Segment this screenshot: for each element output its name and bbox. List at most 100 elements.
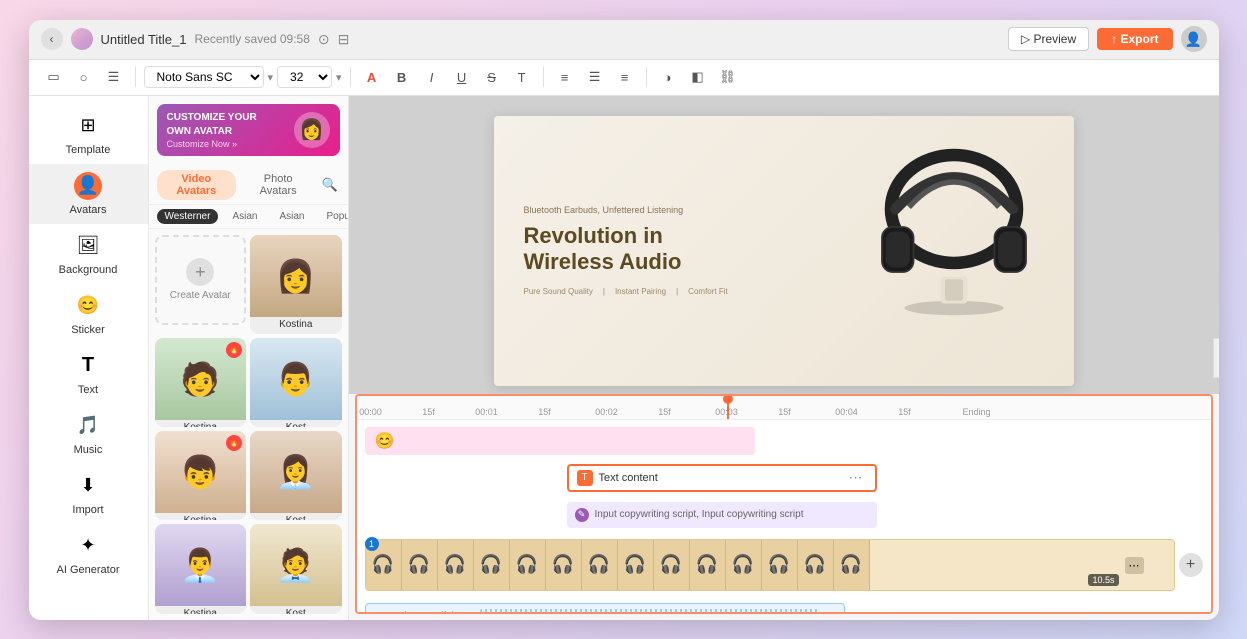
track-row-script: ✎ Input copywriting script, Input copywr… [357,498,1211,532]
video-track[interactable]: 🎧 🎧 🎧 🎧 🎧 🎧 🎧 🎧 🎧 🎧 🎧 [365,539,1175,591]
text-content-more-button[interactable]: ⋯ [845,467,867,489]
canvas-slide[interactable]: Bluetooth Earbuds, Unfettered Listening … [494,116,1074,386]
color-text-button[interactable]: A [359,64,385,90]
avatar-promo-banner[interactable]: CUSTOMIZE YOUR OWN AVATAR Customize Now … [157,104,340,156]
track-row-text-content: T Text content ⋯ [357,461,1211,495]
ruler-mark-3: 15f [538,407,551,417]
filter-popular[interactable]: Popular [318,209,348,224]
avatar-name-extra1: Kostina [155,606,247,613]
ruler-mark-9: 15f [898,407,911,417]
promo-title-line2: OWN AVATAR [167,125,257,139]
video-frame-6: 🎧 [546,540,582,590]
avatar-card-kostina3[interactable]: 👨 Kost [250,338,342,427]
promo-title-line1: CUSTOMIZE YOUR [167,111,257,125]
video-duration-badge: 10.5s [1088,574,1118,586]
video-frame-8: 🎧 [618,540,654,590]
avatar-card-kostina1[interactable]: 👩 Kostina [250,235,342,334]
underline-button[interactable]: U [449,64,475,90]
import-icon: ⬇ [74,472,102,500]
avatar-card-extra2[interactable]: 🧑‍💼 Kost [250,524,342,613]
align-center-button[interactable]: ☰ [582,64,608,90]
template-label: Template [66,144,111,156]
ruler-mark-2: 00:01 [475,407,498,417]
avatar-card-kost4[interactable]: 👦 🔥 Kostina [155,431,247,520]
panel-collapse-handle[interactable]: › [1213,338,1219,378]
italic-button[interactable]: I [419,64,445,90]
sidebar-item-template[interactable]: ⊞ Template [29,104,148,164]
filter-asian2[interactable]: Asian [271,209,312,224]
script-track-icon: ✎ [575,508,589,522]
avatar-card-kostina2[interactable]: 🧑 🔥 Kostina [155,338,247,427]
emoji-track[interactable]: 😊 [365,427,755,455]
music-label: Music [74,444,103,456]
preview-button[interactable]: ▷ Preview [1008,27,1089,51]
emoji-track-content: 😊 [375,431,395,451]
sidebar-item-sticker[interactable]: 😊 Sticker [29,284,148,344]
sidebar-item-import[interactable]: ⬇ Import [29,464,148,524]
slide-footer-item2: Instant Pairing [615,287,666,296]
align-left-button[interactable]: ≡ [552,64,578,90]
align-right-button[interactable]: ≡ [612,64,638,90]
video-more-button[interactable]: ⋯ [1125,557,1144,574]
add-track-button[interactable]: + [1179,553,1203,577]
font-family-select[interactable]: Noto Sans SC [144,66,264,88]
toolbar-separator-3 [543,67,544,87]
filter-westerner[interactable]: Westerner [157,209,219,224]
sticker-icon: 😊 [74,292,102,320]
avatar-name-kostina1: Kostina [250,317,342,334]
avatar-search-button[interactable]: 🔍 [320,174,339,196]
video-more-icon[interactable]: ⋯ [1125,556,1144,574]
avatar-card-kostina4[interactable]: 👩‍💼 Kost [250,431,342,520]
strikethrough-button[interactable]: S [479,64,505,90]
sidebar-item-background[interactable]: 🖼 Background [29,224,148,284]
text-content-track[interactable]: T Text content ⋯ [567,464,877,492]
export-button[interactable]: ↑ Export [1097,28,1172,50]
text-label: Text [78,384,98,396]
filter-asian1[interactable]: Asian [224,209,265,224]
video-frame-2: 🎧 [402,540,438,590]
photo-avatars-tab[interactable]: Photo Avatars [240,170,316,200]
video-frame-5: 🎧 [510,540,546,590]
sidebar-item-avatars[interactable]: 👤 Avatars [29,164,148,224]
background-icon: 🖼 [74,232,102,260]
canvas-viewport: Bluetooth Earbuds, Unfettered Listening … [349,96,1219,394]
toolbar-separator-4 [646,67,647,87]
slide-footer-item3: Comfort Fit [688,287,728,296]
video-track-number: 1 [365,537,379,551]
contrast-button[interactable]: ◑ [655,64,681,90]
music-track[interactable]: ♪ Music-Beautiful Day ⋯ [365,603,845,612]
font-size-select[interactable]: 32 [277,66,332,88]
link-button[interactable]: ⛓ [715,64,741,90]
music-more-button[interactable]: ⋯ [824,610,836,612]
music-note-icon: ♪ [374,610,380,612]
user-avatar[interactable]: 👤 [1181,26,1207,52]
sidebar-item-music[interactable]: 🎵 Music [29,404,148,464]
sidebar-item-text[interactable]: T Text [29,344,148,404]
canvas-area: › Bluetooth Earbuds, Unfettered Listenin… [349,96,1219,620]
playhead-dot [723,396,733,404]
video-frame-12: 🎧 [762,540,798,590]
shadow-button[interactable]: ◧ [685,64,711,90]
bold-button[interactable]: B [389,64,415,90]
create-avatar-label: Create Avatar [170,290,231,301]
video-frame-13: 🎧 [798,540,834,590]
avatar-card-extra1[interactable]: 👨‍💼 Kostina [155,524,247,613]
title-bar: ‹ Untitled Title_1 Recently saved 09:58 … [29,20,1219,60]
avatar-name-kost3: Kostina [155,420,247,427]
back-button[interactable]: ‹ [41,28,63,50]
avatar-name-extra2: Kost [250,606,342,613]
circle-tool-button[interactable]: ○ [71,64,97,90]
lines-tool-button[interactable]: ☰ [101,64,127,90]
sidebar-item-ai-generator[interactable]: ✦ AI Generator [29,524,148,584]
avatar-image-extra1: 👨‍💼 [155,524,247,606]
script-track[interactable]: ✎ Input copywriting script, Input copywr… [567,502,877,528]
avatars-label: Avatars [69,204,106,216]
create-avatar-card[interactable]: + Create Avatar [155,235,247,325]
avatar-name-kost4: Kostina [155,513,247,520]
rect-tool-button[interactable]: ▭ [41,64,67,90]
slide-footer-item1: Pure Sound Quality [524,287,593,296]
text-style-button[interactable]: T [509,64,535,90]
video-avatars-tab[interactable]: Video Avatars [157,170,237,200]
left-sidebar: ⊞ Template 👤 Avatars 🖼 Background 😊 Stic… [29,96,149,620]
save-icon: ⊙ [318,31,330,48]
